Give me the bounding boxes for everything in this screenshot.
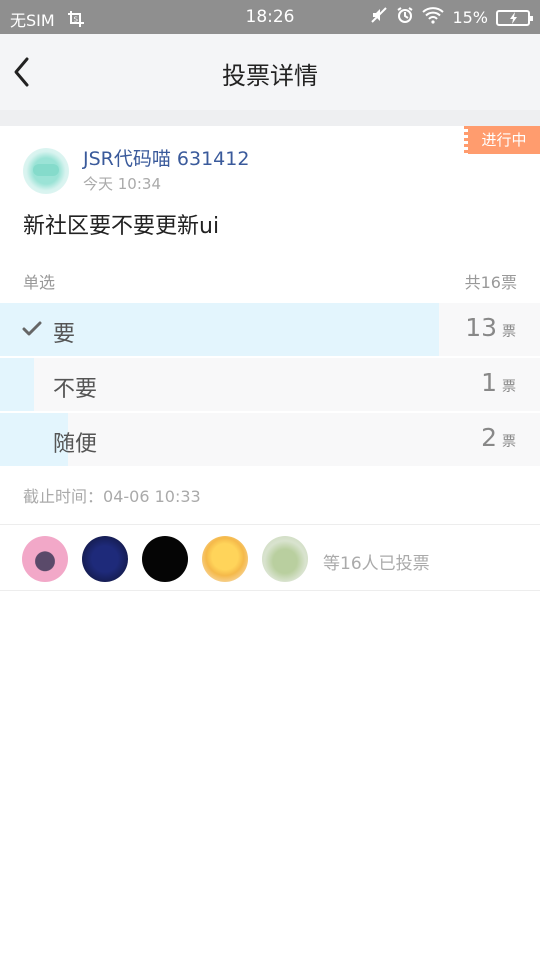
voters-summary[interactable]: 等16人已投票 [323,549,430,574]
deadline: 截止时间：04-06 10:33 [23,483,201,507]
battery-percent: 15% [452,8,488,27]
option-label: 随便 [53,432,98,457]
deadline-label: 截止时间： [23,487,104,506]
vote-option-no[interactable]: 不要 1票 [0,358,540,411]
voter-avatar[interactable] [22,536,68,582]
check-icon [22,321,42,336]
status-badge: 进行中 [464,126,540,154]
divider [0,590,540,591]
option-count: 1 [481,368,497,397]
wifi-icon [422,6,445,29]
voter-avatar[interactable] [142,536,188,582]
voter-avatar[interactable] [262,536,308,582]
vote-unit: 票 [502,434,516,450]
vote-question: 新社区要不要更新ui [23,214,220,239]
vote-unit: 票 [502,324,516,340]
vote-option-whatever[interactable]: 随便 2票 [0,413,540,466]
deadline-value: 04-06 10:33 [103,487,201,506]
mute-icon [370,6,388,29]
voters-row[interactable]: 等16人已投票 [0,525,540,591]
option-label: 不要 [53,377,98,402]
post-time: 今天 10:34 [83,175,161,193]
author-name[interactable]: JSR代码喵 631412 [83,144,249,171]
vote-option-yes[interactable]: 要 13 票 [0,303,540,356]
vote-total: 共16票 [464,273,517,292]
nav-header: 投票详情 [0,34,540,110]
section-gap [0,110,540,126]
alarm-icon [396,6,414,29]
vote-bar [0,358,34,411]
vote-unit: 票 [502,379,516,395]
page-title: 投票详情 [222,62,318,90]
option-count: 13 [465,313,497,342]
status-bar: 无SIM S 18:26 15% [0,0,540,34]
vote-card: 进行中 JSR代码喵 631412 今天 10:34 新社区要不要更新ui 单选… [0,126,540,526]
vote-type: 单选 [23,273,56,292]
option-label: 要 [53,322,76,347]
option-count: 2 [481,423,497,452]
author-avatar[interactable] [23,148,69,194]
voter-avatar[interactable] [82,536,128,582]
voter-avatar[interactable] [202,536,248,582]
battery-icon [496,9,533,26]
